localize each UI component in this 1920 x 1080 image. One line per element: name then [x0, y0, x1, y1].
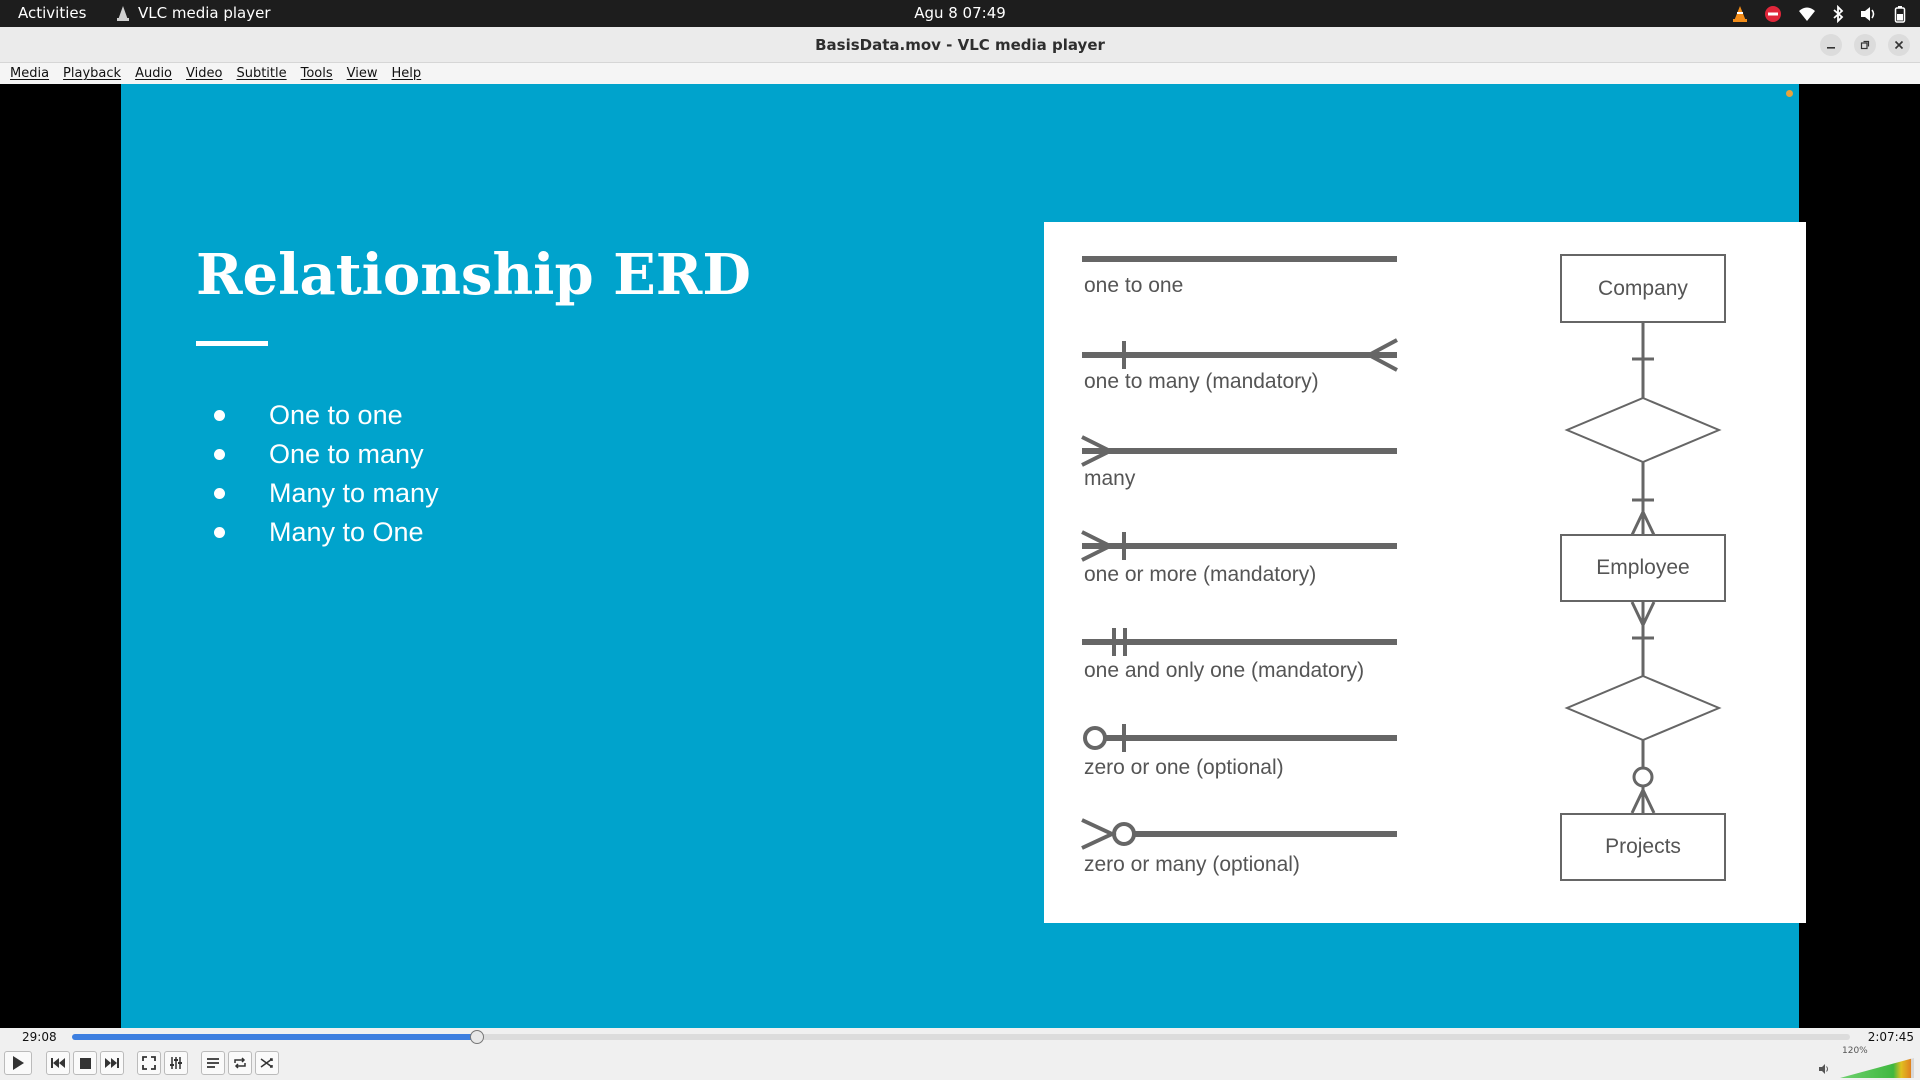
equalizer-icon — [170, 1057, 182, 1069]
minimize-button[interactable] — [1820, 34, 1842, 56]
notation-label: many — [1084, 467, 1136, 490]
menu-tools[interactable]: Tools — [301, 66, 333, 81]
next-button[interactable] — [100, 1051, 124, 1075]
next-icon — [105, 1058, 119, 1068]
close-button[interactable] — [1888, 34, 1910, 56]
battery-icon[interactable] — [1894, 5, 1906, 23]
notation-label: zero or many (optional) — [1084, 853, 1300, 876]
bullet-text: One to many — [269, 439, 424, 469]
bullet-item: Many to many — [214, 474, 439, 513]
bullet-dot — [214, 527, 225, 538]
notation-label: one and only one (mandatory) — [1084, 659, 1365, 682]
menu-media[interactable]: Media — [10, 66, 49, 81]
seek-progress — [72, 1034, 478, 1040]
elapsed-time[interactable]: 29:08 — [22, 1030, 57, 1044]
bullet-text: Many to many — [269, 478, 439, 508]
shuffle-icon — [260, 1058, 273, 1068]
bullet-item: One to one — [214, 396, 439, 435]
stop-button[interactable] — [73, 1051, 97, 1075]
previous-icon — [51, 1058, 65, 1068]
bullet-text: Many to One — [269, 517, 424, 547]
seek-row: 29:08 2:07:45 — [0, 1028, 1920, 1046]
fullscreen-button[interactable] — [137, 1051, 161, 1075]
menu-playback[interactable]: Playback — [63, 66, 121, 81]
entity-projects: Projects — [1560, 813, 1726, 881]
menu-subtitle[interactable]: Subtitle — [236, 66, 286, 81]
erd-notation-figure: one to one one to many (mandatory) many … — [1044, 222, 1806, 923]
window-title-bar[interactable]: BasisData.mov - VLC media player — [0, 27, 1920, 63]
volume-icon[interactable] — [1860, 6, 1878, 22]
recording-indicator — [1786, 90, 1793, 97]
menu-view[interactable]: View — [347, 66, 378, 81]
bullet-item: Many to One — [214, 513, 439, 552]
extended-settings-button[interactable] — [164, 1051, 188, 1075]
volume-percent: 120% — [1842, 1046, 1868, 1056]
play-icon — [13, 1056, 24, 1070]
clock[interactable]: Agu 8 07:49 — [914, 4, 1006, 22]
notation-label: one or more (mandatory) — [1084, 563, 1317, 586]
vlc-cone-icon — [117, 6, 129, 21]
menu-help[interactable]: Help — [392, 66, 422, 81]
crows-foot — [1081, 818, 1117, 850]
menu-bar: Media Playback Audio Video Subtitle Tool… — [0, 63, 1920, 84]
playlist-button[interactable] — [201, 1051, 225, 1075]
mute-toggle-icon[interactable] — [1818, 1063, 1830, 1075]
minimize-icon — [1827, 47, 1835, 49]
bullet-dot — [214, 449, 225, 460]
playback-controls: 120% — [0, 1046, 1920, 1080]
notation-label: one to one — [1084, 274, 1184, 297]
close-icon — [1894, 40, 1904, 50]
seek-slider[interactable] — [72, 1030, 1850, 1044]
play-button[interactable] — [4, 1051, 32, 1075]
volume-slider[interactable] — [1840, 1058, 1914, 1078]
zero-circle — [1632, 766, 1654, 788]
system-top-bar: Activities VLC media player Agu 8 07:49 — [0, 0, 1920, 27]
window-title: BasisData.mov - VLC media player — [815, 36, 1105, 54]
video-output[interactable]: Relationship ERD One to one One to many … — [0, 84, 1920, 1028]
title-underline — [196, 341, 268, 346]
shuffle-button[interactable] — [255, 1051, 279, 1075]
wifi-icon[interactable] — [1798, 6, 1816, 22]
total-time[interactable]: 2:07:45 — [1868, 1030, 1914, 1044]
volume-level — [1840, 1058, 1912, 1078]
bullet-dot — [214, 410, 225, 421]
bullet-item: One to many — [214, 435, 439, 474]
presentation-slide: Relationship ERD One to one One to many … — [121, 84, 1806, 1028]
zero-circle — [1112, 822, 1136, 846]
notation-label: one to many (mandatory) — [1084, 370, 1319, 393]
bullet-dot — [214, 488, 225, 499]
app-name: VLC media player — [138, 4, 271, 22]
loop-icon — [234, 1057, 246, 1069]
app-menu[interactable]: VLC media player — [116, 4, 271, 22]
menu-video[interactable]: Video — [186, 66, 222, 81]
bullet-list: One to one One to many Many to many Many… — [214, 396, 439, 552]
activities-button[interactable]: Activities — [18, 4, 86, 22]
bluetooth-icon[interactable] — [1832, 4, 1844, 23]
relationship-diamond — [1564, 674, 1722, 742]
bullet-text: One to one — [269, 400, 403, 430]
playlist-icon — [207, 1058, 219, 1068]
vlc-tray-icon[interactable] — [1732, 5, 1748, 23]
fullscreen-icon — [142, 1056, 156, 1070]
menu-audio[interactable]: Audio — [135, 66, 172, 81]
slide-title: Relationship ERD — [196, 242, 751, 308]
restore-icon — [1860, 40, 1870, 50]
do-not-disturb-icon[interactable] — [1764, 5, 1782, 23]
loop-button[interactable] — [228, 1051, 252, 1075]
relationship-diamond — [1564, 396, 1722, 464]
seek-handle[interactable] — [470, 1030, 485, 1044]
entity-company: Company — [1560, 254, 1726, 323]
restore-button[interactable] — [1854, 34, 1876, 56]
previous-button[interactable] — [46, 1051, 70, 1075]
zero-circle — [1083, 726, 1107, 750]
notation-label: zero or one (optional) — [1084, 756, 1284, 779]
entity-employee: Employee — [1560, 534, 1726, 602]
stop-icon — [79, 1057, 91, 1069]
